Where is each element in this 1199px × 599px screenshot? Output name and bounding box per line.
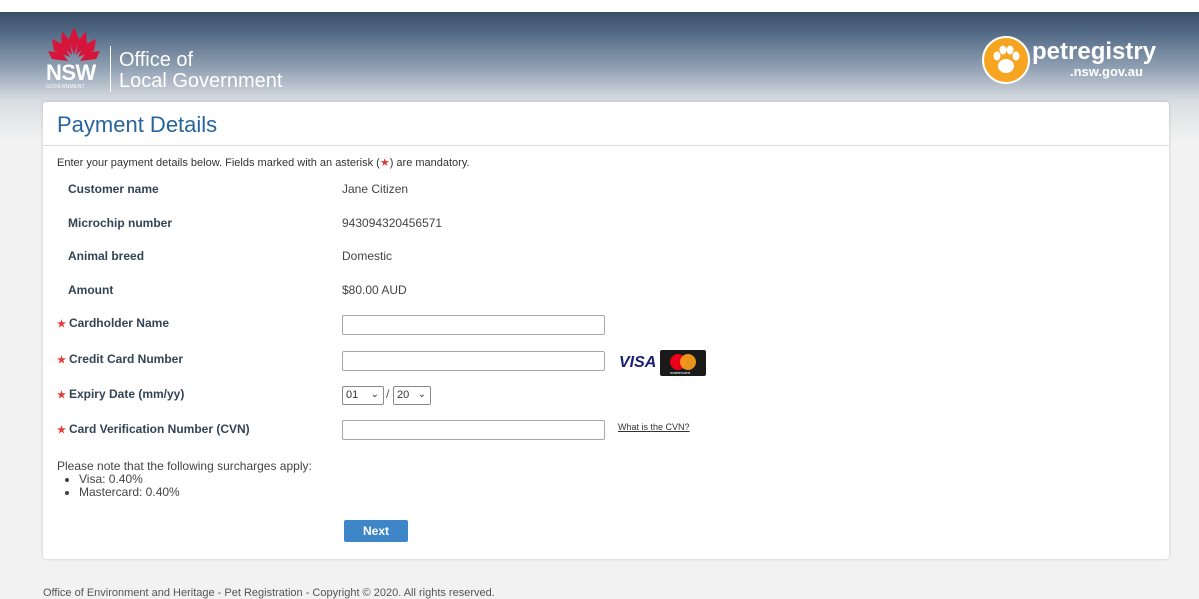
mastercard-logo-icon: mastercard <box>660 350 706 376</box>
cardholder-name-label: ★ Cardholder Name <box>57 316 169 330</box>
surcharge-list: Visa: 0.40% Mastercard: 0.40% <box>57 473 312 499</box>
intro-text: Enter your payment details below. Fields… <box>57 156 470 169</box>
payment-card: Payment Details Enter your payment detai… <box>43 102 1169 559</box>
expiry-month-select[interactable]: 01 ⌄ <box>342 386 384 405</box>
surcharge-note: Please note that the following surcharge… <box>57 460 312 499</box>
agency-title: Office of Local Government <box>119 50 282 92</box>
expiry-month-value: 01 <box>346 389 359 401</box>
required-star-icon: ★ <box>57 355 66 366</box>
amount-value: $80.00 AUD <box>342 283 407 297</box>
intro-after: ) are mandatory. <box>389 157 470 169</box>
expiry-date-label: ★ Expiry Date (mm/yy) <box>57 387 184 401</box>
expiry-date-label-text: Expiry Date (mm/yy) <box>68 387 185 401</box>
expiry-year-value: 20 <box>397 389 410 401</box>
visa-logo-icon: VISA <box>619 354 657 371</box>
card-number-label: ★ Credit Card Number <box>57 352 183 366</box>
paw-icon <box>982 36 1030 84</box>
next-button[interactable]: Next <box>344 520 408 542</box>
mastercard-logo-text: mastercard <box>670 370 691 375</box>
intro-before: Enter your payment details below. Fields… <box>57 157 380 169</box>
agency-line-1: Office of <box>119 49 194 71</box>
required-star-icon: ★ <box>57 425 66 436</box>
expiry-separator: / <box>386 387 390 401</box>
customer-name-label: Customer name <box>68 182 159 196</box>
footer-text: Office of Environment and Heritage - Pet… <box>43 587 495 599</box>
expiry-year-select[interactable]: 20 ⌄ <box>393 386 431 405</box>
nsw-government-text: GOVERNMENT <box>46 84 85 90</box>
nsw-wordmark: NSW <box>46 60 96 85</box>
animal-breed-label: Animal breed <box>68 249 145 263</box>
required-star-icon: ★ <box>57 390 66 401</box>
what-is-cvn-link[interactable]: What is the CVN? <box>618 422 690 432</box>
animal-breed-value: Domestic <box>342 249 393 263</box>
card-number-label-text: Credit Card Number <box>68 352 183 366</box>
required-star-icon: ★ <box>379 157 390 169</box>
microchip-number-value: 943094320456571 <box>342 216 443 230</box>
agency-line-2: Local Government <box>119 70 283 92</box>
cardholder-name-label-text: Cardholder Name <box>68 316 169 330</box>
cvn-label: ★ Card Verification Number (CVN) <box>57 422 250 436</box>
cvn-label-text: Card Verification Number (CVN) <box>68 422 250 436</box>
card-number-input[interactable] <box>342 351 605 371</box>
title-divider <box>43 145 1169 146</box>
pet-registry-title: petregistry <box>1032 38 1157 65</box>
amount-label: Amount <box>68 283 114 297</box>
required-star-icon: ★ <box>57 319 66 330</box>
chevron-down-icon: ⌄ <box>417 389 426 400</box>
logo-divider <box>110 46 111 92</box>
page-title: Payment Details <box>57 112 218 137</box>
cvn-input[interactable] <box>342 420 605 440</box>
surcharge-item-mastercard: Mastercard: 0.40% <box>79 486 312 499</box>
microchip-number-label: Microchip number <box>68 216 173 230</box>
chevron-down-icon: ⌄ <box>370 389 379 400</box>
cardholder-name-input[interactable] <box>342 315 605 335</box>
pet-registry-domain: .nsw.gov.au <box>1070 64 1143 79</box>
customer-name-value: Jane Citizen <box>342 182 409 196</box>
